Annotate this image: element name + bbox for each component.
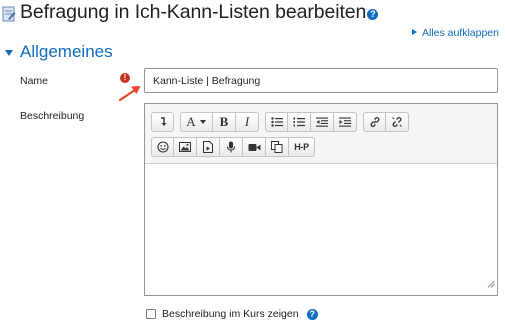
page-title: Befragung in Ich-Kann-Listen bearbeiten? <box>20 1 379 24</box>
show-more-buttons-icon[interactable] <box>151 112 174 132</box>
caret-right-icon <box>411 29 417 35</box>
outdent-icon[interactable] <box>311 112 334 132</box>
chevron-down-icon[interactable] <box>5 50 13 56</box>
italic-icon[interactable]: I <box>236 112 259 132</box>
h5p-icon[interactable]: H-P <box>289 137 315 157</box>
emoticon-icon[interactable] <box>151 137 174 157</box>
help-icon[interactable]: ? <box>306 308 318 320</box>
resize-handle-icon[interactable] <box>487 275 495 293</box>
name-input[interactable] <box>144 68 498 93</box>
unlink-icon[interactable] <box>386 112 409 132</box>
help-icon[interactable]: ? <box>367 9 379 20</box>
expand-all-link[interactable]: Alles aufklappen <box>411 27 499 39</box>
editor-content-area[interactable] <box>145 165 497 295</box>
ordered-list-icon[interactable] <box>288 112 311 132</box>
name-label: Name <box>20 75 49 87</box>
bold-glyph: B <box>219 114 229 129</box>
arrow-icon <box>118 84 144 107</box>
h5p-glyph: H-P <box>294 142 309 152</box>
page-title-text: Befragung in Ich-Kann-Listen bearbeiten <box>20 1 367 23</box>
editor-toolbar: A B I H-P <box>145 104 497 164</box>
description-label: Beschreibung <box>20 110 85 122</box>
record-audio-icon[interactable] <box>220 137 243 157</box>
font-color-glyph: A <box>186 114 196 129</box>
show-description-option: Beschreibung im Kurs zeigen ? <box>146 308 318 320</box>
link-icon[interactable] <box>363 112 386 132</box>
manage-files-icon[interactable] <box>266 137 289 157</box>
show-description-checkbox[interactable] <box>146 309 156 319</box>
required-icon: ! <box>120 73 130 83</box>
font-color-icon[interactable]: A <box>180 112 213 132</box>
edit-form-icon <box>2 6 16 22</box>
bold-icon[interactable]: B <box>213 112 236 132</box>
description-editor[interactable]: A B I H-P <box>144 103 498 296</box>
media-icon[interactable] <box>197 137 220 157</box>
indent-icon[interactable] <box>334 112 357 132</box>
show-description-label[interactable]: Beschreibung im Kurs zeigen <box>162 308 299 320</box>
section-title-allgemeines[interactable]: Allgemeines <box>20 42 113 62</box>
expand-all-label: Alles aufklappen <box>421 27 499 39</box>
record-video-icon[interactable] <box>243 137 266 157</box>
unordered-list-icon[interactable] <box>265 112 288 132</box>
italic-glyph: I <box>244 114 250 129</box>
image-icon[interactable] <box>174 137 197 157</box>
